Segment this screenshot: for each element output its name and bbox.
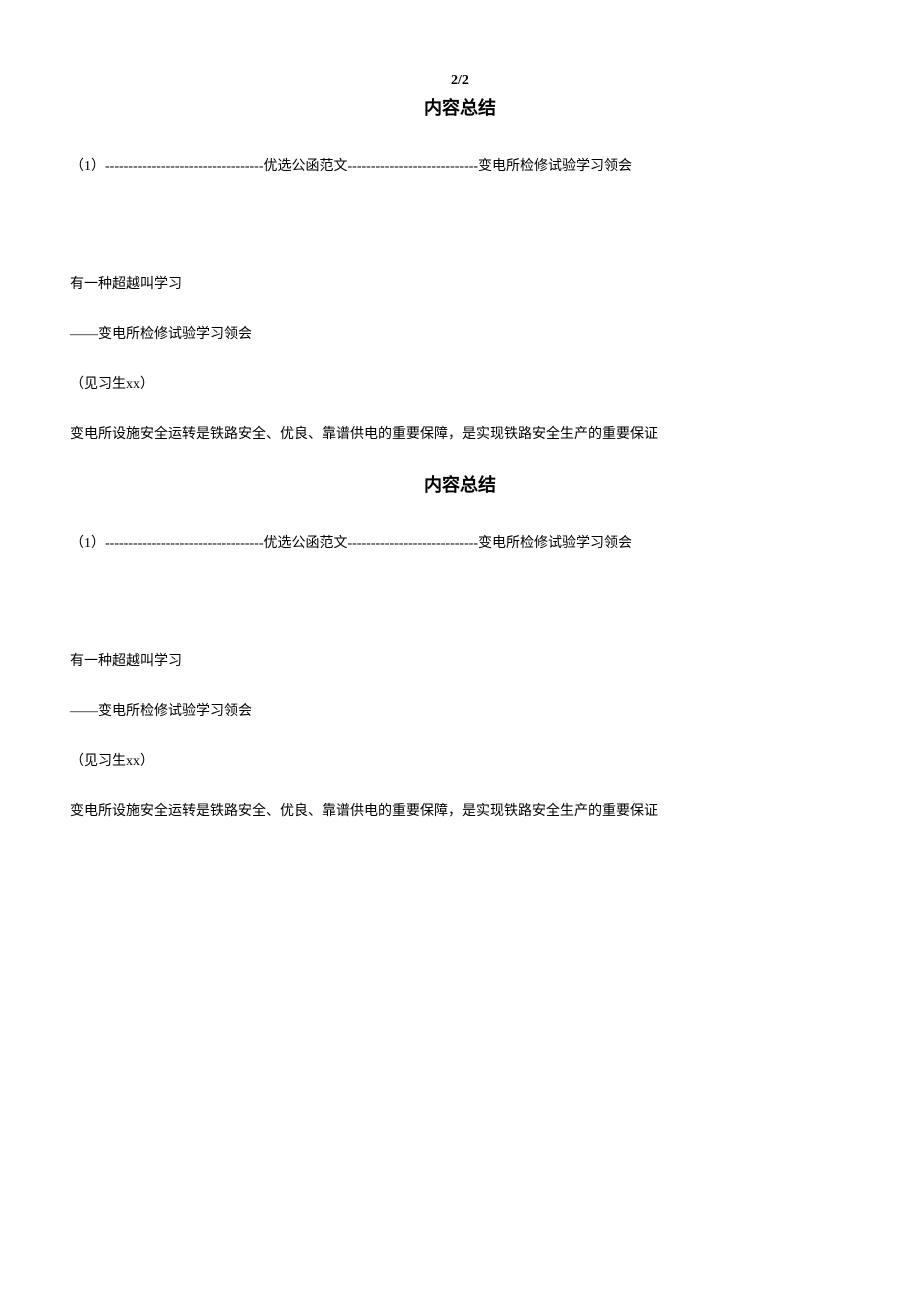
section-title-2: 内容总结 (70, 471, 850, 500)
paragraph-1-3: ——变电所检修试验学习领会 (70, 321, 850, 349)
paragraph-2-5: 变电所设施安全运转是铁路安全、优良、靠谱供电的重要保障，是实现铁路安全生产的重要… (70, 798, 850, 826)
paragraph-1-4: （见习生xx） (70, 371, 850, 399)
paragraph-1-2: 有一种超越叫学习 (70, 271, 850, 299)
paragraph-2-2: 有一种超越叫学习 (70, 648, 850, 676)
page-number: 2/2 (70, 70, 850, 92)
paragraph-2-4: （见习生xx） (70, 748, 850, 776)
paragraph-2-1: （1）----------------------------------优选公… (70, 530, 850, 558)
paragraph-1-1: （1）----------------------------------优选公… (70, 153, 850, 181)
paragraph-1-5: 变电所设施安全运转是铁路安全、优良、靠谱供电的重要保障，是实现铁路安全生产的重要… (70, 421, 850, 449)
section-title-1: 内容总结 (70, 94, 850, 123)
paragraph-2-3: ——变电所检修试验学习领会 (70, 698, 850, 726)
